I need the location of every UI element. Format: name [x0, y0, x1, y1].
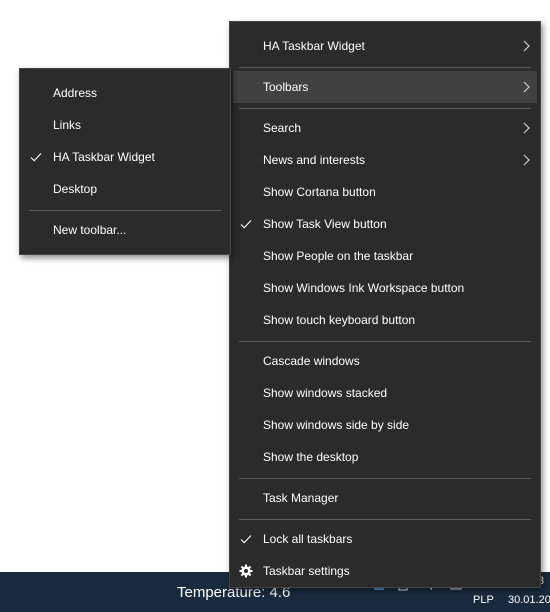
- menu-item-show-the-desktop[interactable]: Show the desktop: [230, 441, 540, 473]
- menu-separator: [239, 519, 531, 520]
- menu-item-label: Search: [263, 121, 302, 135]
- menu-item-show-ink-workspace[interactable]: Show Windows Ink Workspace button: [230, 272, 540, 304]
- submenu-item-links[interactable]: Links: [20, 109, 230, 141]
- submenu-item-new-toolbar[interactable]: New toolbar...: [20, 214, 230, 246]
- taskbar-context-menu: HA Taskbar Widget Toolbars Search News a…: [229, 21, 541, 588]
- menu-item-label: Desktop: [53, 182, 98, 196]
- menu-item-label: Toolbars: [263, 80, 309, 94]
- menu-item-label: Show windows side by side: [263, 418, 410, 432]
- menu-item-label: Lock all taskbars: [263, 532, 353, 546]
- menu-item-lock-all-taskbars[interactable]: Lock all taskbars: [230, 523, 540, 555]
- menu-item-label: Show People on the taskbar: [263, 249, 414, 263]
- submenu-item-address[interactable]: Address: [20, 77, 230, 109]
- menu-item-label: HA Taskbar Widget: [263, 39, 365, 53]
- chevron-right-icon: [523, 81, 530, 93]
- menu-item-show-cortana-button[interactable]: Show Cortana button: [230, 176, 540, 208]
- menu-item-label: Show touch keyboard button: [263, 313, 416, 327]
- menu-item-cascade-windows[interactable]: Cascade windows: [230, 345, 540, 377]
- toolbars-submenu: Address Links HA Taskbar Widget Desktop …: [19, 68, 231, 255]
- menu-separator: [239, 478, 531, 479]
- menu-item-show-windows-side-by-side[interactable]: Show windows side by side: [230, 409, 540, 441]
- check-icon: [30, 153, 42, 162]
- menu-item-ha-taskbar-widget[interactable]: HA Taskbar Widget: [230, 30, 540, 62]
- check-icon: [240, 535, 252, 544]
- menu-item-search[interactable]: Search: [230, 112, 540, 144]
- menu-item-label: Show Cortana button: [263, 185, 376, 199]
- menu-item-label: News and interests: [263, 153, 366, 167]
- menu-item-taskbar-settings[interactable]: Taskbar settings: [230, 555, 540, 587]
- menu-item-toolbars[interactable]: Toolbars: [233, 71, 537, 103]
- menu-separator: [239, 67, 531, 68]
- menu-item-label: Show windows stacked: [263, 386, 388, 400]
- menu-item-label: HA Taskbar Widget: [53, 150, 155, 164]
- menu-item-task-manager[interactable]: Task Manager: [230, 482, 540, 514]
- menu-item-label: Show the desktop: [263, 450, 359, 464]
- menu-item-label: New toolbar...: [53, 223, 127, 237]
- menu-item-label: Taskbar settings: [263, 564, 350, 578]
- menu-item-label: Cascade windows: [263, 354, 360, 368]
- check-icon: [240, 220, 252, 229]
- clock-date[interactable]: 30.01.20: [508, 594, 550, 606]
- chevron-right-icon: [523, 122, 530, 134]
- menu-separator: [29, 210, 221, 211]
- menu-item-show-windows-stacked[interactable]: Show windows stacked: [230, 377, 540, 409]
- gear-icon: [239, 564, 253, 578]
- menu-separator: [239, 341, 531, 342]
- submenu-item-desktop[interactable]: Desktop: [20, 173, 230, 205]
- menu-item-news-and-interests[interactable]: News and interests: [230, 144, 540, 176]
- menu-separator: [239, 108, 531, 109]
- menu-item-label: Show Task View button: [263, 217, 387, 231]
- menu-item-show-task-view-button[interactable]: Show Task View button: [230, 208, 540, 240]
- submenu-item-ha-taskbar-widget[interactable]: HA Taskbar Widget: [20, 141, 230, 173]
- menu-item-label: Address: [53, 86, 98, 100]
- menu-item-label: Links: [53, 118, 82, 132]
- input-language-indicator[interactable]: PLP: [473, 594, 494, 606]
- menu-item-label: Show Windows Ink Workspace button: [263, 281, 465, 295]
- chevron-right-icon: [523, 40, 530, 52]
- chevron-right-icon: [523, 154, 530, 166]
- menu-item-show-touch-keyboard[interactable]: Show touch keyboard button: [230, 304, 540, 336]
- menu-item-label: Task Manager: [263, 491, 339, 505]
- menu-item-show-people[interactable]: Show People on the taskbar: [230, 240, 540, 272]
